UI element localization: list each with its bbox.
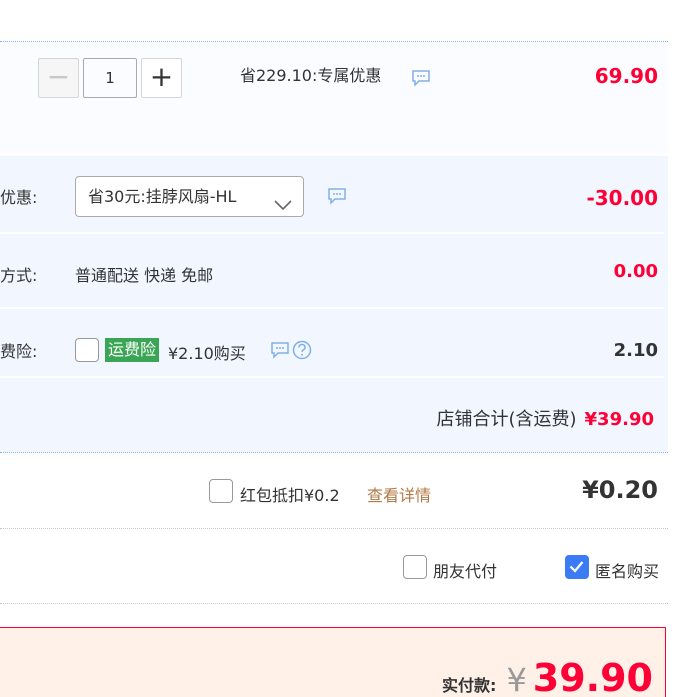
shop-discount-amount: -30.00: [586, 186, 658, 210]
shop-total-amount: ¥39.90: [584, 409, 654, 430]
shop-total-row: 店铺合计(含运费) ¥39.90: [0, 379, 664, 452]
shipping-row: 方式: 普通配送 快递 免邮 0.00: [0, 235, 664, 309]
anonymous-checkbox[interactable]: [565, 555, 589, 579]
checkmark-icon: [569, 561, 584, 573]
friend-pay-checkbox[interactable]: [403, 555, 427, 579]
red-packet-amount: ¥0.20: [582, 476, 658, 504]
insurance-row: 费险: 运费险 ¥2.10购买 2.10: [0, 310, 664, 378]
anonymous-label: 匿名购买: [595, 562, 660, 581]
shop-info-block: 优惠: 省30元:挂脖风扇-HL -30.00 方式: 普通配送 快递 免邮 0…: [0, 156, 668, 452]
quantity-stepper: − 1 +: [38, 58, 182, 98]
insurance-label: 费险:: [0, 342, 38, 361]
payment-total-box: 实付款: ¥ 39.90: [0, 627, 666, 697]
shop-total-label: 店铺合计(含运费): [436, 409, 577, 430]
increase-quantity-button[interactable]: +: [141, 58, 182, 98]
red-packet-checkbox[interactable]: [209, 479, 233, 503]
help-question-icon[interactable]: [291, 340, 313, 360]
shop-discount-label: 优惠:: [0, 188, 38, 207]
chat-bubble-icon[interactable]: [327, 187, 347, 205]
insurance-amount: 2.10: [613, 340, 658, 361]
shop-total: 店铺合计(含运费) ¥39.90: [436, 405, 654, 431]
insurance-checkbox[interactable]: [75, 338, 99, 362]
product-saving-text: 省229.10:专属优惠: [240, 66, 382, 85]
insurance-tag: 运费险: [105, 338, 160, 362]
shop-discount-select[interactable]: 省30元:挂脖风扇-HL: [75, 176, 304, 217]
red-packet-row: 红包抵扣¥0.2 查看详情 ¥0.20: [0, 453, 668, 528]
insurance-price-text: ¥2.10购买: [168, 344, 246, 363]
quantity-input[interactable]: 1: [83, 58, 137, 98]
shipping-label: 方式:: [0, 266, 38, 285]
red-packet-details-link[interactable]: 查看详情: [367, 482, 431, 506]
red-packet-label: 红包抵扣¥0.2: [240, 486, 340, 505]
shipping-method: 普通配送 快递 免邮: [75, 266, 214, 285]
product-price: 69.90: [594, 64, 658, 88]
decrease-quantity-button[interactable]: −: [38, 58, 79, 98]
shop-discount-selected: 省30元:挂脖风扇-HL: [88, 187, 237, 206]
payment-label: 实付款:: [442, 676, 497, 695]
friend-pay-label: 朋友代付: [433, 562, 498, 581]
divider: [0, 603, 668, 604]
shop-discount-row: 优惠: 省30元:挂脖风扇-HL -30.00: [0, 156, 664, 234]
payment-options-row: 朋友代付 匿名购买: [0, 529, 668, 603]
shipping-amount: 0.00: [613, 261, 658, 282]
product-row: − 1 + 省229.10:专属优惠 69.90: [0, 41, 668, 153]
chevron-down-icon: [273, 188, 293, 227]
payment-amount: 39.90: [532, 656, 653, 697]
payment-currency: ¥: [506, 661, 527, 697]
chat-bubble-icon[interactable]: [270, 341, 290, 359]
chat-bubble-icon[interactable]: [411, 69, 431, 87]
payment-total: 实付款: ¥ 39.90: [442, 656, 653, 697]
